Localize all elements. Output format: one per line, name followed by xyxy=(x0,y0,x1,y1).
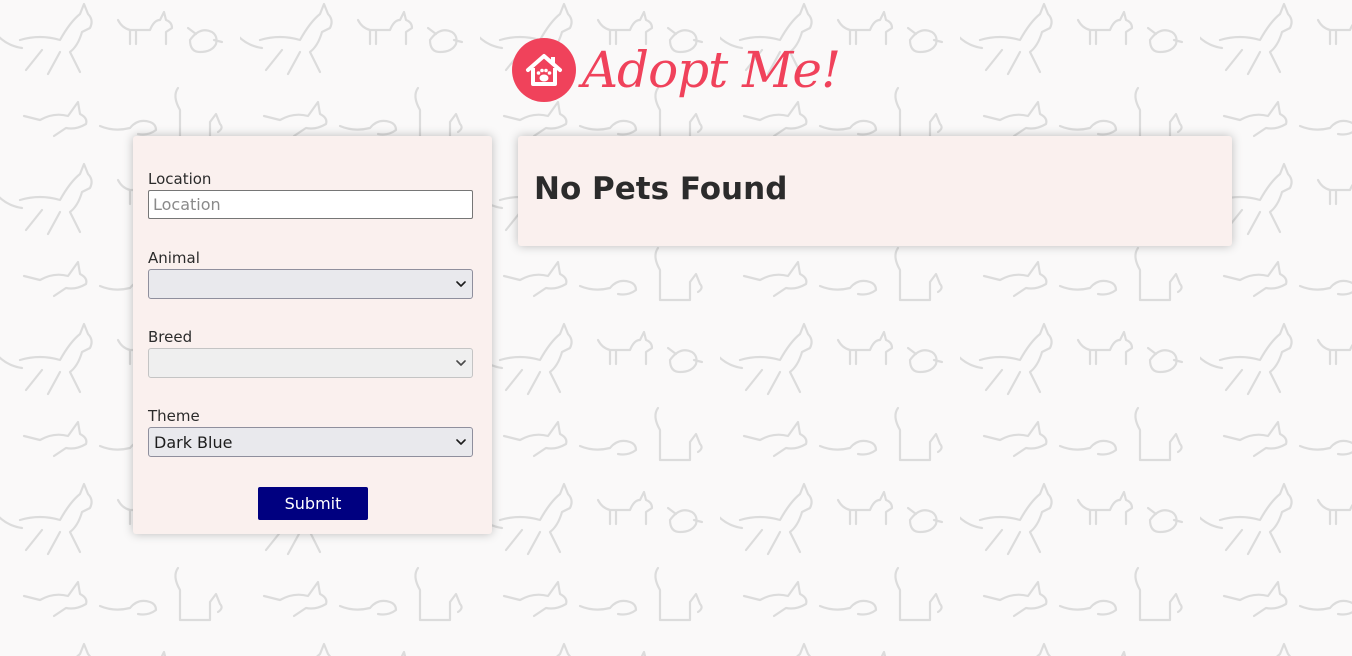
chevron-down-icon xyxy=(455,278,467,290)
breed-label: Breed xyxy=(148,328,193,346)
site-header: Adopt Me! xyxy=(0,38,1352,118)
breed-select[interactable] xyxy=(148,348,473,378)
theme-select-value: Dark Blue xyxy=(154,432,233,452)
house-paw-icon xyxy=(511,38,576,102)
logo-text: Adopt Me! xyxy=(581,41,841,99)
results-panel: No Pets Found xyxy=(518,136,1232,246)
animal-select[interactable] xyxy=(148,269,473,299)
logo-link[interactable]: Adopt Me! xyxy=(511,38,841,102)
submit-button[interactable]: Submit xyxy=(258,487,368,520)
animal-label: Animal xyxy=(148,249,200,267)
search-params-form: Location Animal Breed Theme Dark Blue Su… xyxy=(133,136,492,534)
location-input[interactable] xyxy=(148,190,473,219)
location-label: Location xyxy=(148,170,212,188)
chevron-down-icon xyxy=(455,436,467,448)
no-pets-message: No Pets Found xyxy=(534,171,788,207)
chevron-down-icon xyxy=(455,357,467,369)
theme-select[interactable]: Dark Blue xyxy=(148,427,473,457)
theme-label: Theme xyxy=(148,407,200,425)
